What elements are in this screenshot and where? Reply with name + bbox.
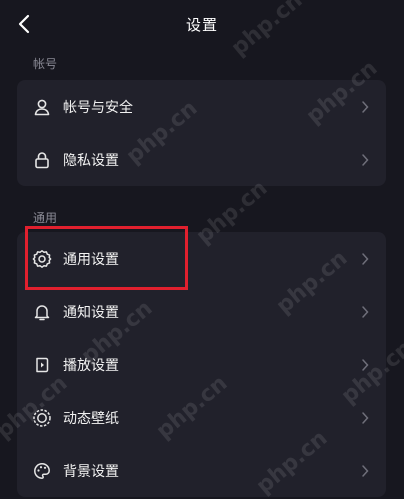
settings-item-label: 隐私设置 <box>63 152 119 169</box>
general-card: 通用设置 通知设置 播放设置 动态壁纸 背景设置 <box>17 232 386 497</box>
chevron-right-icon <box>360 153 370 167</box>
settings-item-account-security[interactable]: 帐号与安全 <box>17 80 386 133</box>
settings-item-label: 帐号与安全 <box>63 99 133 116</box>
settings-item-general[interactable]: 通用设置 <box>17 232 386 285</box>
chevron-right-icon <box>360 305 370 319</box>
chevron-right-icon <box>360 464 370 478</box>
settings-item-label: 动态壁纸 <box>63 410 119 427</box>
settings-item-label: 通用设置 <box>63 251 119 268</box>
person-icon <box>32 97 52 117</box>
account-card: 帐号与安全 隐私设置 <box>17 80 386 186</box>
top-bar: 设置 <box>0 0 404 52</box>
section-label-general: 通用 <box>33 211 58 225</box>
bell-icon <box>32 302 52 322</box>
play-settings-icon <box>32 355 52 375</box>
chevron-right-icon <box>360 252 370 266</box>
palette-icon <box>32 461 52 481</box>
chevron-right-icon <box>360 411 370 425</box>
chevron-right-icon <box>360 358 370 372</box>
settings-item-background[interactable]: 背景设置 <box>17 444 386 497</box>
lock-icon <box>32 150 52 170</box>
settings-item-label: 播放设置 <box>63 357 119 374</box>
chevron-right-icon <box>360 100 370 114</box>
settings-item-notifications[interactable]: 通知设置 <box>17 285 386 338</box>
page-title: 设置 <box>185 16 218 34</box>
settings-item-privacy[interactable]: 隐私设置 <box>17 133 386 186</box>
section-label-account: 帐号 <box>33 57 58 71</box>
settings-item-label: 背景设置 <box>63 463 119 480</box>
gear-icon <box>32 249 52 269</box>
settings-item-playback[interactable]: 播放设置 <box>17 338 386 391</box>
settings-item-label: 通知设置 <box>63 304 119 321</box>
wallpaper-icon <box>32 408 52 428</box>
settings-item-live-wallpaper[interactable]: 动态壁纸 <box>17 391 386 444</box>
